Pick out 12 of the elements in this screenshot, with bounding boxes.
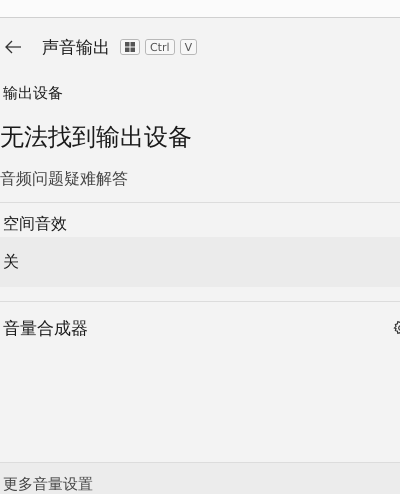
keyboard-key: V: [180, 39, 198, 55]
keyboard-key: Ctrl: [145, 39, 175, 55]
troubleshoot-link[interactable]: 音频问题疑难解答: [0, 169, 128, 188]
setting-label: 音量合成器: [3, 318, 88, 340]
section-title: 输出设备: [2, 83, 64, 104]
setting-label: 空间音效: [3, 214, 67, 234]
setting-value-row[interactable]: 关: [0, 237, 400, 287]
windows-key-icon: [120, 39, 140, 55]
page-title: 声音输出: [42, 36, 110, 58]
more-settings-link[interactable]: 更多音量设置: [3, 475, 93, 493]
back-icon[interactable]: [4, 40, 22, 54]
status-message: 无法找到输出设备: [0, 123, 192, 151]
